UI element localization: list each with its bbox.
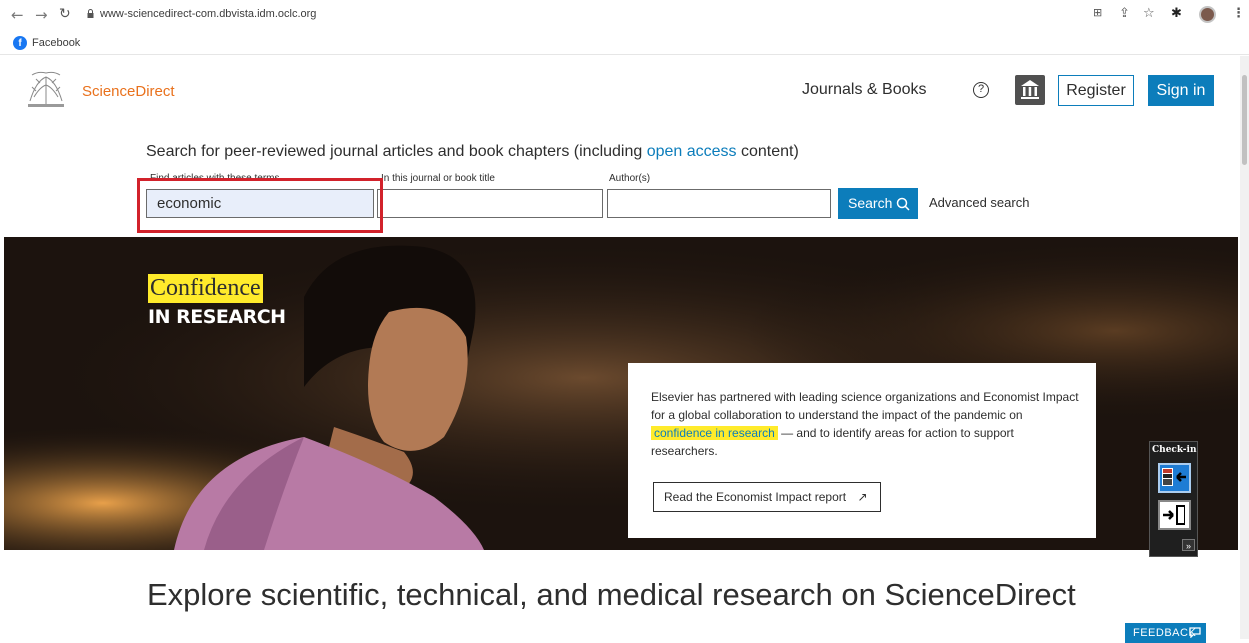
facebook-icon: f [13,36,27,50]
elsevier-logo[interactable] [24,67,68,109]
browser-toolbar: ← → ↻ www-sciencedirect-com.dbvista.idm.… [0,0,1249,31]
checkin-out-button[interactable] [1158,500,1191,530]
brand-name[interactable]: ScienceDirect [82,83,175,100]
forward-arrow-icon[interactable]: → [35,6,48,24]
profile-avatar[interactable] [1199,6,1216,23]
search-button[interactable]: Search [838,188,918,219]
checkin-widget: Check-in » [1149,441,1198,557]
confidence-word: Confidence [148,274,263,303]
share-icon[interactable]: ⇪ [1119,6,1130,21]
advanced-search-link[interactable]: Advanced search [929,195,1029,210]
annotation-highlight-box [137,178,383,233]
checkin-expand-button[interactable]: » [1182,539,1195,551]
sign-in-button[interactable]: Sign in [1148,75,1214,106]
author-input[interactable] [607,189,831,218]
bookmark-star-icon[interactable]: ☆ [1143,6,1155,21]
feedback-label: FEEDBACK [1133,627,1197,639]
read-report-label: Read the Economist Impact report [664,490,847,504]
translate-icon[interactable]: ⊞ [1093,6,1102,19]
lock-icon [87,9,94,18]
confidence-in-research-link[interactable]: confidence in research [651,426,778,440]
search-intro-text: Search for peer-reviewed journal article… [146,143,647,160]
menu-dots-icon[interactable]: ⋮ [1232,6,1245,21]
address-bar[interactable]: www-sciencedirect-com.dbvista.idm.oclc.o… [100,8,316,20]
author-label: Author(s) [609,173,651,184]
search-icon [896,197,910,211]
checkin-title: Check-in [1152,445,1197,455]
explore-heading: Explore scientific, technical, and medic… [147,577,1076,612]
card-description: Elsevier has partnered with leading scie… [651,388,1081,460]
checkin-in-button[interactable] [1158,463,1191,493]
read-report-button[interactable]: Read the Economist Impact report ↗ [653,482,881,512]
back-arrow-icon[interactable]: ← [11,6,24,24]
extensions-icon[interactable]: ✱ [1171,6,1182,21]
external-arrow-icon: ↗ [857,490,868,504]
search-button-label: Search [848,195,893,211]
hero-card: Elsevier has partnered with leading scie… [628,363,1096,538]
scrollbar-thumb[interactable] [1242,75,1247,165]
in-research-title: IN RESEARCH [148,306,286,328]
bookmark-label: Facebook [32,37,81,49]
journals-books-link[interactable]: Journals & Books [802,81,927,99]
confidence-title: Confidence [148,274,263,303]
speech-bubble-icon [1189,627,1201,638]
feedback-button[interactable]: FEEDBACK [1125,623,1206,643]
journal-input[interactable] [377,189,603,218]
register-button[interactable]: Register [1058,75,1134,106]
check-in-icon [1162,468,1186,486]
institution-button[interactable] [1015,75,1045,105]
check-out-icon [1163,505,1185,525]
open-access-link[interactable]: open access [647,143,737,160]
card-text-part1: Elsevier has partnered with leading scie… [651,390,1079,422]
journal-label: In this journal or book title [381,173,495,184]
reload-icon[interactable]: ↻ [59,6,71,22]
bookmarks-bar: f Facebook [0,31,1249,55]
institution-icon [1021,80,1039,99]
help-icon[interactable]: ? [973,82,989,98]
search-intro-text-end: content) [736,143,799,160]
search-intro: Search for peer-reviewed journal article… [146,143,799,161]
